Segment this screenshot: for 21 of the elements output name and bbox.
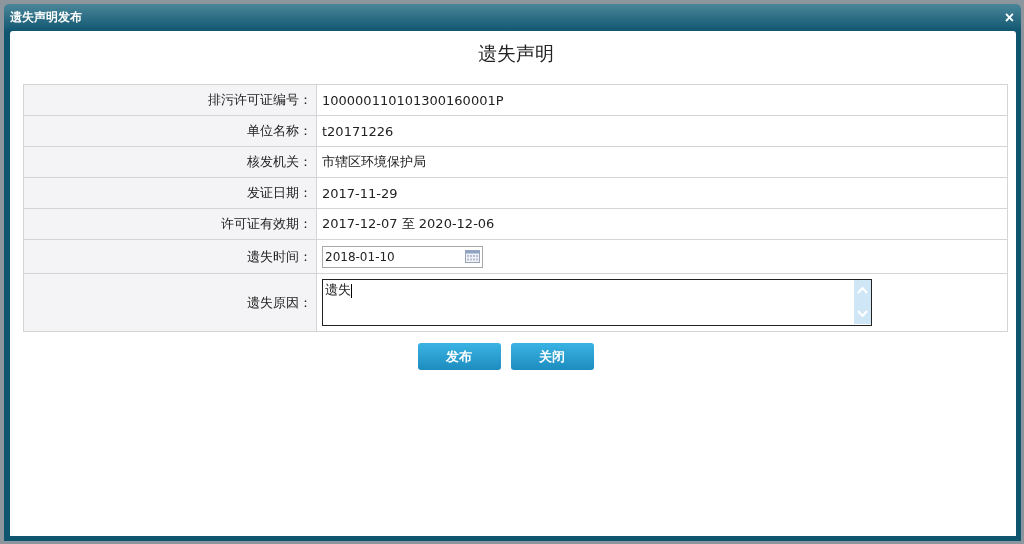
scrollbar[interactable] [854, 280, 871, 324]
field-label: 遗失时间： [23, 239, 317, 274]
close-button[interactable]: × [1002, 9, 1016, 26]
publish-button[interactable]: 发布 [417, 343, 501, 370]
field-label: 许可证有效期： [23, 208, 317, 240]
field-value: 2017-11-29 [316, 177, 1008, 209]
field-value: 100000110101300160001P [316, 84, 1008, 116]
field-label: 排污许可证编号： [23, 84, 317, 116]
field-value: 2017-12-07 至 2020-12-06 [316, 208, 1008, 240]
form-heading: 遗失声明 [476, 41, 555, 66]
field-label: 单位名称： [23, 115, 317, 147]
field-value: 市辖区环境保护局 [316, 146, 1008, 178]
field-label: 发证日期： [23, 177, 317, 209]
window-title: 遗失声明发布 [10, 9, 82, 26]
close-dialog-button[interactable]: 关闭 [510, 343, 594, 370]
field-value: t20171226 [316, 115, 1008, 147]
field-label: 遗失原因： [23, 273, 317, 332]
calendar-icon[interactable] [465, 250, 480, 263]
field-label: 核发机关： [23, 146, 317, 178]
reason-textarea[interactable]: 遗失 [322, 279, 872, 326]
date-field[interactable]: 2018-01-10 [322, 245, 483, 268]
